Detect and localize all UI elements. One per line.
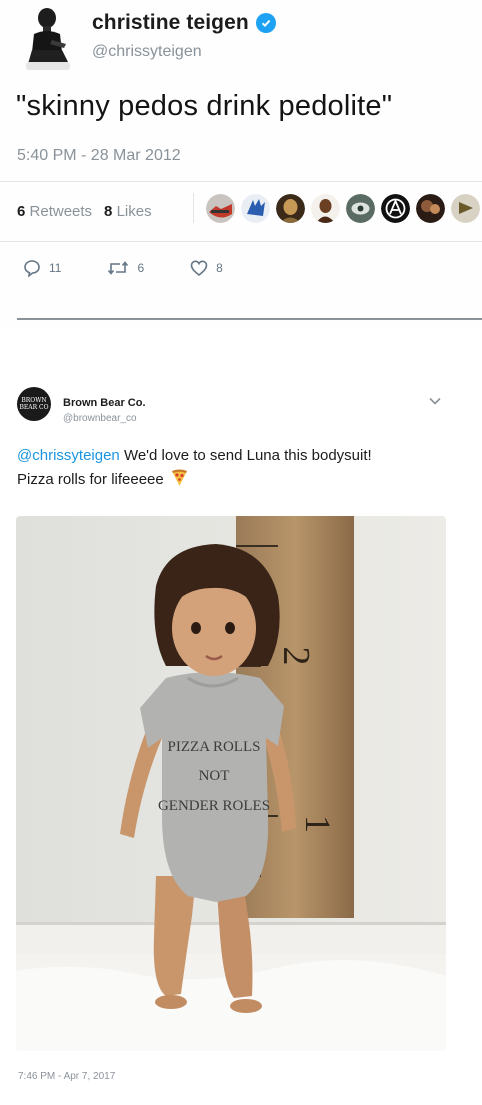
engagement-stats: 6 Retweets 8 Likes — [17, 203, 152, 220]
tweet-text: @chrissyteigen We'd love to send Luna th… — [17, 444, 467, 492]
like-button[interactable]: 8 — [190, 260, 223, 276]
retweet-button[interactable]: 6 — [107, 260, 144, 276]
verified-badge-icon — [255, 13, 276, 33]
display-name[interactable]: christine teigen — [92, 11, 249, 35]
bodysuit-text-3: GENDER ROLES — [158, 798, 270, 814]
retweet-count: 6 — [137, 261, 145, 275]
user-handle[interactable]: @chrissyteigen — [92, 43, 202, 61]
liker-avatar[interactable] — [416, 194, 445, 223]
like-count: 8 — [216, 261, 223, 275]
liker-avatar[interactable] — [206, 194, 235, 223]
tweet-text-line1: We'd love to send Luna this bodysuit! — [119, 447, 372, 464]
liker-avatar[interactable] — [311, 194, 340, 223]
likes-count: 8 — [104, 203, 113, 220]
divider — [0, 181, 482, 182]
tweet-brownbear: BROWN BEAR CO Brown Bear Co. @brownbear_… — [0, 330, 482, 1105]
divider — [0, 241, 482, 242]
reply-icon — [24, 260, 40, 277]
logo-text: BROWN BEAR CO — [19, 397, 49, 411]
liker-avatars — [206, 194, 480, 223]
likes-stat[interactable]: 8 Likes — [104, 203, 152, 220]
liker-avatar[interactable] — [381, 194, 410, 223]
profile-avatar[interactable] — [22, 4, 74, 72]
reply-count: 11 — [49, 261, 62, 275]
tweet-timestamp[interactable]: 5:40 PM - 28 Mar 2012 — [17, 147, 181, 165]
pizza-emoji-icon — [171, 469, 187, 486]
likes-label: Likes — [116, 203, 152, 220]
liker-avatar[interactable] — [346, 194, 375, 223]
reply-button[interactable]: 11 — [23, 259, 61, 277]
growth-mark-1: 1 — [298, 815, 338, 833]
display-name[interactable]: Brown Bear Co. — [63, 397, 146, 409]
liker-avatar[interactable] — [241, 194, 270, 223]
liker-avatar[interactable] — [276, 194, 305, 223]
retweet-icon — [108, 261, 129, 275]
heart-icon — [190, 260, 208, 276]
tweet-actions: 11 6 8 — [23, 259, 269, 277]
bodysuit-text-1: PIZZA ROLLS — [168, 739, 261, 755]
growth-mark-2: 2 — [275, 647, 317, 666]
brand-logo[interactable]: BROWN BEAR CO — [17, 387, 51, 421]
retweets-count: 6 — [17, 203, 26, 220]
section-divider — [17, 318, 482, 320]
tweet-timestamp[interactable]: 7:46 PM - Apr 7, 2017 — [18, 1071, 115, 1082]
retweets-label: Retweets — [29, 203, 93, 220]
bodysuit-text-2: NOT — [199, 768, 230, 784]
tweet-photo[interactable]: 2 1 PIZZA ROLLS NOT GENDER ROLES — [16, 516, 446, 1051]
chevron-down-icon[interactable] — [428, 396, 442, 406]
tweet-text-line2: Pizza rolls for lifeeeee — [17, 471, 164, 488]
user-handle[interactable]: @brownbear_co — [63, 413, 137, 424]
liker-avatar[interactable] — [451, 194, 480, 223]
stats-separator — [193, 193, 194, 223]
mention-link[interactable]: @chrissyteigen — [17, 447, 120, 464]
tweet-chrissyteigen: christine teigen @chrissyteigen "skinny … — [0, 0, 482, 330]
tweet-text: "skinny pedos drink pedolite" — [16, 90, 393, 122]
retweets-stat[interactable]: 6 Retweets — [17, 203, 92, 220]
